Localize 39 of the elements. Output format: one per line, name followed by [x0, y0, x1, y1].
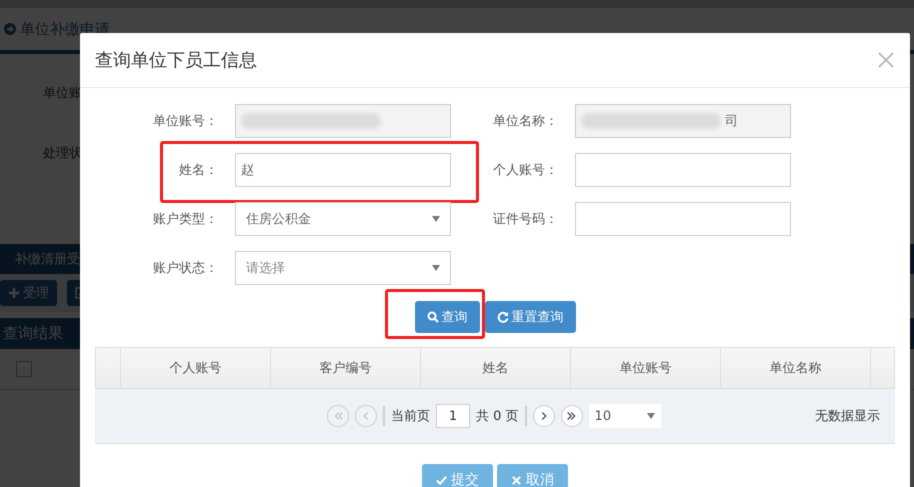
- column-header: 个人账号: [121, 348, 271, 388]
- column-header: 姓名: [421, 348, 571, 388]
- total-pages: 共 0 页: [476, 408, 519, 425]
- input-field[interactable]: [575, 202, 791, 236]
- caret-icon: [432, 265, 440, 271]
- field-label: 单位账号：: [153, 113, 218, 130]
- refresh-icon: [496, 311, 508, 323]
- column-header: 单位账号: [571, 348, 721, 388]
- input-field[interactable]: [575, 153, 791, 187]
- next-page-icon[interactable]: [532, 405, 555, 427]
- current-page-label: 当前页: [391, 408, 430, 425]
- last-page-icon[interactable]: [560, 405, 583, 427]
- check-icon: [436, 474, 447, 486]
- reset-button[interactable]: 重置查询: [484, 301, 576, 333]
- empty-message: 无数据显示: [815, 408, 880, 425]
- cancel-button[interactable]: 取消: [497, 464, 568, 487]
- input-field[interactable]: [235, 104, 451, 138]
- field-label: 姓名：: [179, 162, 218, 179]
- input-field[interactable]: 赵: [235, 153, 451, 187]
- field-label: 账户类型：: [153, 211, 218, 228]
- select-field[interactable]: 请选择: [235, 251, 451, 285]
- column-header: 客户编号: [271, 348, 421, 388]
- input-field[interactable]: 司: [575, 104, 791, 138]
- column-header: 单位名称: [721, 348, 871, 388]
- field-label: 账户状态：: [153, 260, 218, 277]
- field-label: 个人账号：: [493, 162, 558, 179]
- close-icon: [511, 474, 522, 486]
- dialog-title: 查询单位下员工信息: [95, 49, 257, 72]
- page-input[interactable]: 1: [436, 404, 470, 428]
- field-label: 证件号码：: [493, 211, 558, 228]
- search-icon: [426, 311, 438, 323]
- search-button[interactable]: 查询: [414, 301, 480, 333]
- select-field[interactable]: 住房公积金: [235, 202, 451, 236]
- caret-icon: [646, 413, 655, 419]
- submit-button[interactable]: 提交: [422, 464, 493, 487]
- field-label: 单位名称：: [493, 113, 558, 130]
- close-icon[interactable]: [878, 52, 894, 68]
- page-size-select[interactable]: 10: [588, 404, 661, 428]
- caret-icon: [432, 216, 440, 222]
